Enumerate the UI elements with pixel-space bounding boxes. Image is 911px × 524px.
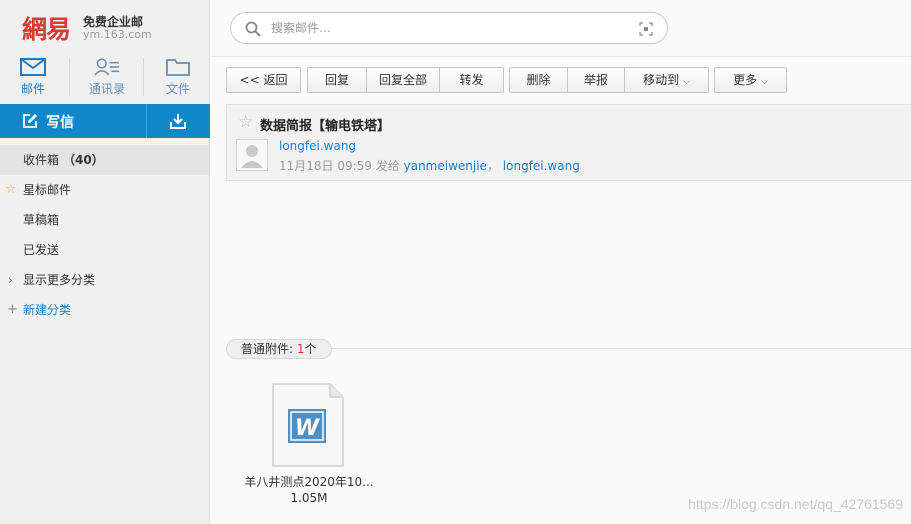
recipient-separator: ， bbox=[486, 159, 499, 173]
more-label: 更多 bbox=[733, 73, 758, 87]
action-group: 删除 举报 移动到 ⌵ bbox=[509, 67, 709, 93]
tab-files[interactable]: 文件 bbox=[147, 56, 209, 98]
recipient-link[interactable]: yanmeiwenjie bbox=[404, 159, 487, 173]
folder-inbox-label: 收件箱 bbox=[23, 153, 60, 167]
more-group: 更多 ⌵ bbox=[714, 67, 787, 93]
attachment-filesize: 1.05M bbox=[290, 491, 328, 505]
contacts-icon bbox=[94, 58, 120, 76]
forward-button[interactable]: 转发 bbox=[439, 68, 503, 92]
watermark: https://blog.csdn.net/qq_42761569 bbox=[688, 496, 903, 512]
folder-list: 收件箱 （40） ☆ 星标邮件 草稿箱 已发送 › 显示更多分类 + 新建分类 bbox=[0, 145, 210, 325]
folder-sent-label: 已发送 bbox=[23, 243, 60, 257]
folder-inbox[interactable]: 收件箱 （40） bbox=[0, 145, 210, 175]
show-more-categories[interactable]: › 显示更多分类 bbox=[0, 265, 210, 295]
reply-all-button[interactable]: 回复全部 bbox=[366, 68, 439, 92]
main-panel: << 返回 回复 回复全部 转发 删除 举报 移动到⌵ 更多⌵ ☆ 数据简报【输… bbox=[211, 0, 911, 524]
reply-group: 回复 回复全部 转发 bbox=[307, 67, 504, 93]
attachment-label-prefix: 普通附件: bbox=[241, 342, 294, 356]
attachment-count: 1 bbox=[296, 342, 305, 356]
chevron-right-icon: › bbox=[8, 273, 13, 287]
recipient-link[interactable]: longfei.wang bbox=[503, 159, 580, 173]
show-more-label: 显示更多分类 bbox=[23, 273, 96, 287]
word-doc-icon[interactable]: W bbox=[272, 383, 344, 467]
compose-bar: 写信 bbox=[0, 104, 210, 138]
search-input[interactable] bbox=[271, 19, 611, 37]
inbox-unread-count: （40） bbox=[63, 153, 104, 167]
report-button[interactable]: 举报 bbox=[567, 68, 624, 92]
folder-drafts[interactable]: 草稿箱 bbox=[0, 205, 210, 235]
svg-text:W: W bbox=[295, 416, 321, 441]
compose-icon bbox=[23, 114, 37, 128]
sender-name[interactable]: longfei.wang bbox=[279, 139, 356, 153]
mail-header: ☆ 数据简报【输电铁塔】 longfei.wang 11月18日 09:59 发… bbox=[226, 104, 911, 181]
back-button[interactable]: << 返回 bbox=[227, 68, 300, 92]
reply-button[interactable]: 回复 bbox=[308, 68, 366, 92]
mail-icon bbox=[20, 58, 46, 76]
back-group: << 返回 bbox=[226, 67, 301, 93]
search-icon[interactable] bbox=[245, 21, 261, 37]
compose-label: 写信 bbox=[46, 115, 74, 131]
avatar[interactable] bbox=[236, 139, 268, 171]
scan-icon[interactable] bbox=[639, 22, 653, 36]
tab-mail[interactable]: 邮件 bbox=[2, 56, 64, 98]
user-avatar-icon bbox=[241, 145, 263, 168]
new-category-link[interactable]: + 新建分类 bbox=[0, 295, 210, 325]
receive-mail-button[interactable] bbox=[147, 104, 210, 138]
tab-mail-label: 邮件 bbox=[20, 82, 45, 96]
logo-domain: ym.163.com bbox=[83, 28, 152, 41]
folder-icon bbox=[166, 59, 190, 76]
search-box bbox=[230, 12, 668, 44]
compose-button[interactable]: 写信 bbox=[0, 104, 146, 138]
move-to-label: 移动到 bbox=[643, 73, 680, 87]
mail-subject: 数据简报【输电铁塔】 bbox=[260, 119, 391, 134]
logo-mark: 網易 bbox=[22, 15, 71, 44]
chevron-down-icon: ⌵ bbox=[761, 77, 768, 87]
mail-meta: 11月18日 09:59 发给 yanmeiwenjie， longfei.wa… bbox=[279, 157, 580, 174]
nav-divider bbox=[69, 58, 70, 96]
move-to-dropdown[interactable]: 移动到 ⌵ bbox=[624, 68, 708, 92]
folder-starred-label: 星标邮件 bbox=[23, 183, 72, 197]
folder-sent[interactable]: 已发送 bbox=[0, 235, 210, 265]
plus-icon: + bbox=[7, 302, 18, 317]
folder-drafts-label: 草稿箱 bbox=[23, 213, 60, 227]
tab-contacts-label: 通讯录 bbox=[88, 82, 125, 96]
download-icon bbox=[170, 114, 186, 129]
nav-divider bbox=[143, 58, 144, 96]
attachment-count-label: 普通附件: 1个 bbox=[226, 339, 332, 359]
nav-tabs: 邮件 通讯录 文件 bbox=[0, 56, 210, 98]
tab-files-label: 文件 bbox=[165, 82, 190, 96]
folder-starred[interactable]: ☆ 星标邮件 bbox=[0, 175, 210, 205]
attachment-filename[interactable]: 羊八井测点2020年10... bbox=[234, 473, 384, 490]
sidebar: 網易 免费企业邮 ym.163.com 邮件 通讯录 文件 写信 收件箱 （40… bbox=[0, 0, 210, 524]
star-icon: ☆ bbox=[5, 182, 17, 197]
mail-date: 11月18日 09:59 bbox=[279, 159, 372, 173]
star-icon[interactable]: ☆ bbox=[238, 114, 253, 131]
delete-button[interactable]: 删除 bbox=[510, 68, 567, 92]
sent-to-label: 发给 bbox=[375, 159, 400, 173]
tab-contacts[interactable]: 通讯录 bbox=[76, 56, 138, 98]
chevron-down-icon: ⌵ bbox=[683, 77, 690, 87]
new-category-label: 新建分类 bbox=[23, 303, 72, 317]
top-bar bbox=[211, 0, 911, 57]
more-dropdown[interactable]: 更多 ⌵ bbox=[715, 68, 786, 92]
attachment-count-suffix: 个 bbox=[304, 342, 317, 356]
